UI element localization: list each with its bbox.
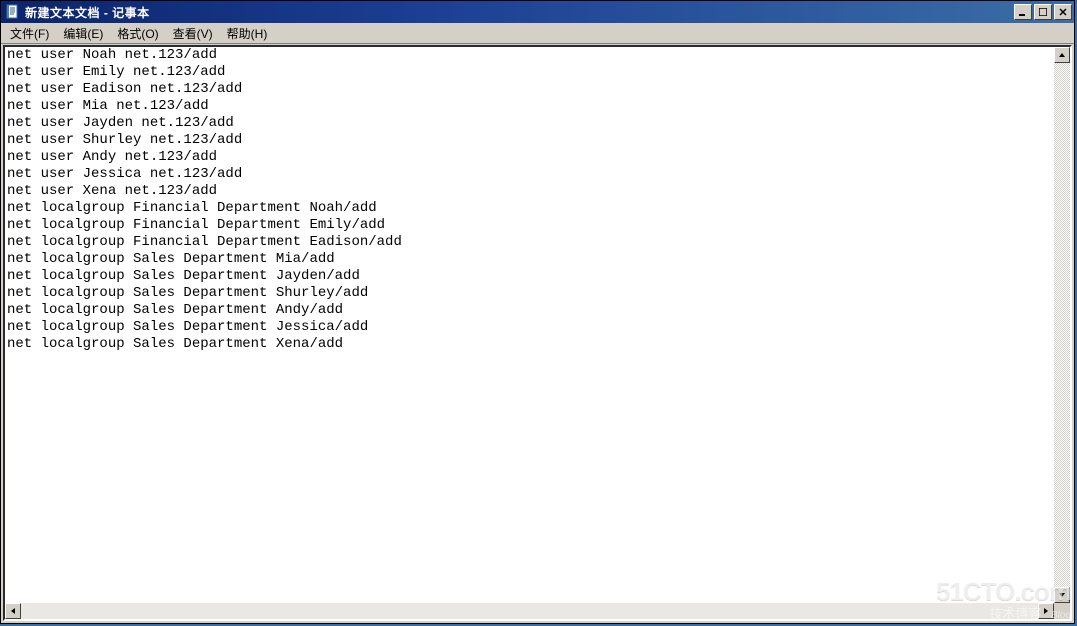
menu-help[interactable]: 帮助(H): [220, 23, 275, 44]
horizontal-scrollbar[interactable]: [5, 603, 1054, 619]
vertical-scrollbar[interactable]: [1054, 47, 1070, 603]
client-area: net user Noah net.123/add net user Emily…: [5, 47, 1070, 619]
notepad-icon: [5, 4, 21, 20]
notepad-window: 新建文本文档 - 记事本 文件(F) 编辑(E) 格式(O) 查看(V) 帮助(…: [0, 0, 1075, 624]
close-button[interactable]: [1054, 4, 1072, 20]
scroll-right-button[interactable]: [1038, 603, 1054, 619]
menu-format[interactable]: 格式(O): [110, 23, 165, 44]
scroll-up-button[interactable]: [1054, 47, 1070, 63]
window-controls: [1014, 4, 1074, 20]
minimize-button[interactable]: [1014, 4, 1032, 20]
scroll-left-button[interactable]: [5, 603, 21, 619]
menu-file[interactable]: 文件(F): [3, 23, 56, 44]
scroll-down-button[interactable]: [1054, 587, 1070, 603]
text-area[interactable]: net user Noah net.123/add net user Emily…: [5, 47, 1054, 603]
client-area-border: net user Noah net.123/add net user Emily…: [3, 45, 1072, 621]
horizontal-scroll-track[interactable]: [21, 603, 1038, 619]
titlebar[interactable]: 新建文本文档 - 记事本: [1, 1, 1074, 23]
scrollbar-corner: [1054, 603, 1070, 619]
maximize-button[interactable]: [1034, 4, 1052, 20]
menu-edit[interactable]: 编辑(E): [56, 23, 110, 44]
vertical-scroll-track[interactable]: [1054, 63, 1070, 587]
menu-view[interactable]: 查看(V): [166, 23, 220, 44]
menubar: 文件(F) 编辑(E) 格式(O) 查看(V) 帮助(H): [1, 23, 1074, 44]
window-title: 新建文本文档 - 记事本: [25, 4, 1014, 21]
